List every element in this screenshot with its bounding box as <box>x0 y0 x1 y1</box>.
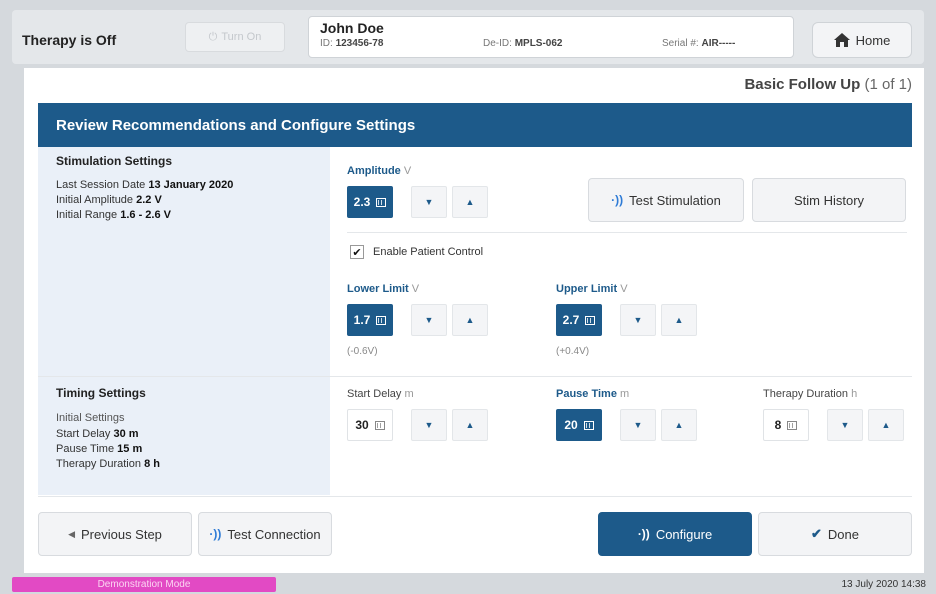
chevron-down-icon: ▼ <box>840 420 850 430</box>
keypad-icon <box>585 315 596 325</box>
initial-pause-time: Pause Time 15 m <box>56 443 143 455</box>
divider <box>347 232 907 233</box>
home-label: Home <box>855 32 891 48</box>
lower-limit-decrease-button[interactable]: ▼ <box>411 304 447 336</box>
test-stimulation-button[interactable]: ·)) Test Stimulation <box>588 178 744 222</box>
wireless-wave-icon: ·)) <box>611 193 624 207</box>
upper-limit-delta: (+0.4V) <box>556 346 590 357</box>
pause-time-increase-button[interactable]: ▲ <box>661 409 697 441</box>
pause-time-value-field[interactable]: 20 <box>556 409 602 441</box>
section-header: Review Recommendations and Configure Set… <box>38 103 912 147</box>
keypad-icon <box>376 197 387 207</box>
start-delay-increase-button[interactable]: ▲ <box>452 409 488 441</box>
keypad-icon <box>583 420 594 430</box>
initial-amplitude: Initial Amplitude 2.2 V <box>56 194 162 206</box>
chevron-up-icon: ▲ <box>674 420 684 430</box>
amplitude-value-field[interactable]: 2.3 <box>347 186 393 218</box>
patient-deid: De-ID: MPLS-062 <box>483 38 563 49</box>
chevron-up-icon: ▲ <box>465 197 475 207</box>
previous-step-button[interactable]: ◀ Previous Step <box>38 512 192 556</box>
initial-settings-label: Initial Settings <box>56 412 125 424</box>
chevron-up-icon: ▲ <box>465 315 475 325</box>
chevron-down-icon: ▼ <box>424 315 434 325</box>
wireless-wave-icon: ·)) <box>637 527 650 541</box>
start-delay-value-field[interactable]: 30 <box>347 409 393 441</box>
lower-limit-increase-button[interactable]: ▲ <box>452 304 488 336</box>
demo-mode-badge: Demonstration Mode <box>12 577 276 592</box>
therapy-duration-value-field[interactable]: 8 <box>763 409 809 441</box>
chevron-up-icon: ▲ <box>674 315 684 325</box>
therapy-duration-label: Therapy Duration h <box>763 388 858 400</box>
therapy-duration-decrease-button[interactable]: ▼ <box>827 409 863 441</box>
upper-limit-decrease-button[interactable]: ▼ <box>620 304 656 336</box>
stimulation-heading: Stimulation Settings <box>56 154 173 168</box>
pause-time-label: Pause Time m <box>556 388 630 400</box>
initial-start-delay: Start Delay 30 m <box>56 428 139 440</box>
chevron-down-icon: ▼ <box>424 420 434 430</box>
upper-limit-label: Upper Limit V <box>556 283 628 295</box>
home-icon <box>833 33 850 47</box>
checkmark-icon: ✔ <box>811 526 822 541</box>
patient-name: John Doe <box>320 20 384 36</box>
upper-limit-increase-button[interactable]: ▲ <box>661 304 697 336</box>
footer-divider <box>38 496 912 497</box>
lower-limit-delta: (-0.6V) <box>347 346 378 357</box>
amplitude-label: Amplitude V <box>347 165 412 177</box>
stim-history-button[interactable]: Stim History <box>752 178 906 222</box>
patient-serial: Serial #: AIR----- <box>662 38 736 49</box>
section-divider <box>38 376 912 377</box>
test-connection-button[interactable]: ·)) Test Connection <box>198 512 332 556</box>
datetime-display: 13 July 2020 14:38 <box>841 579 926 590</box>
initial-therapy-duration: Therapy Duration 8 h <box>56 458 160 470</box>
enable-patient-control-label: Enable Patient Control <box>373 246 484 258</box>
chevron-left-icon: ◀ <box>68 528 75 539</box>
amplitude-increase-button[interactable]: ▲ <box>452 186 488 218</box>
done-button[interactable]: ✔ Done <box>758 512 912 556</box>
checkmark-icon: ✔ <box>352 246 362 259</box>
turn-on-button[interactable]: ⏻ Turn On <box>185 22 285 52</box>
home-button[interactable]: Home <box>812 22 912 58</box>
start-delay-label: Start Delay m <box>347 388 414 400</box>
chevron-up-icon: ▲ <box>465 420 475 430</box>
pause-time-decrease-button[interactable]: ▼ <box>620 409 656 441</box>
section-title: Review Recommendations and Configure Set… <box>56 116 416 134</box>
lower-limit-value-field[interactable]: 1.7 <box>347 304 393 336</box>
therapy-status: Therapy is Off <box>22 32 117 48</box>
upper-limit-value-field[interactable]: 2.7 <box>556 304 602 336</box>
chevron-down-icon: ▼ <box>633 315 643 325</box>
wireless-wave-icon: ·)) <box>209 527 222 541</box>
lower-limit-label: Lower Limit V <box>347 283 420 295</box>
keypad-icon <box>376 315 387 325</box>
initial-range: Initial Range 1.6 - 2.6 V <box>56 209 171 221</box>
amplitude-decrease-button[interactable]: ▼ <box>411 186 447 218</box>
keypad-icon <box>787 420 798 430</box>
power-icon: ⏻ <box>208 30 218 43</box>
patient-id: ID: 123456-78 <box>320 38 384 49</box>
start-delay-decrease-button[interactable]: ▼ <box>411 409 447 441</box>
chevron-down-icon: ▼ <box>633 420 643 430</box>
therapy-duration-increase-button[interactable]: ▲ <box>868 409 904 441</box>
chevron-down-icon: ▼ <box>424 197 434 207</box>
enable-patient-control-checkbox[interactable]: ✔ <box>350 245 364 259</box>
followup-title: Basic Follow Up (1 of 1) <box>744 76 912 93</box>
timing-heading: Timing Settings <box>56 386 146 400</box>
last-session: Last Session Date 13 January 2020 <box>56 179 234 191</box>
configure-button[interactable]: ·)) Configure <box>598 512 752 556</box>
keypad-icon <box>374 420 385 430</box>
chevron-up-icon: ▲ <box>881 420 891 430</box>
turn-on-label: Turn On <box>221 31 262 43</box>
